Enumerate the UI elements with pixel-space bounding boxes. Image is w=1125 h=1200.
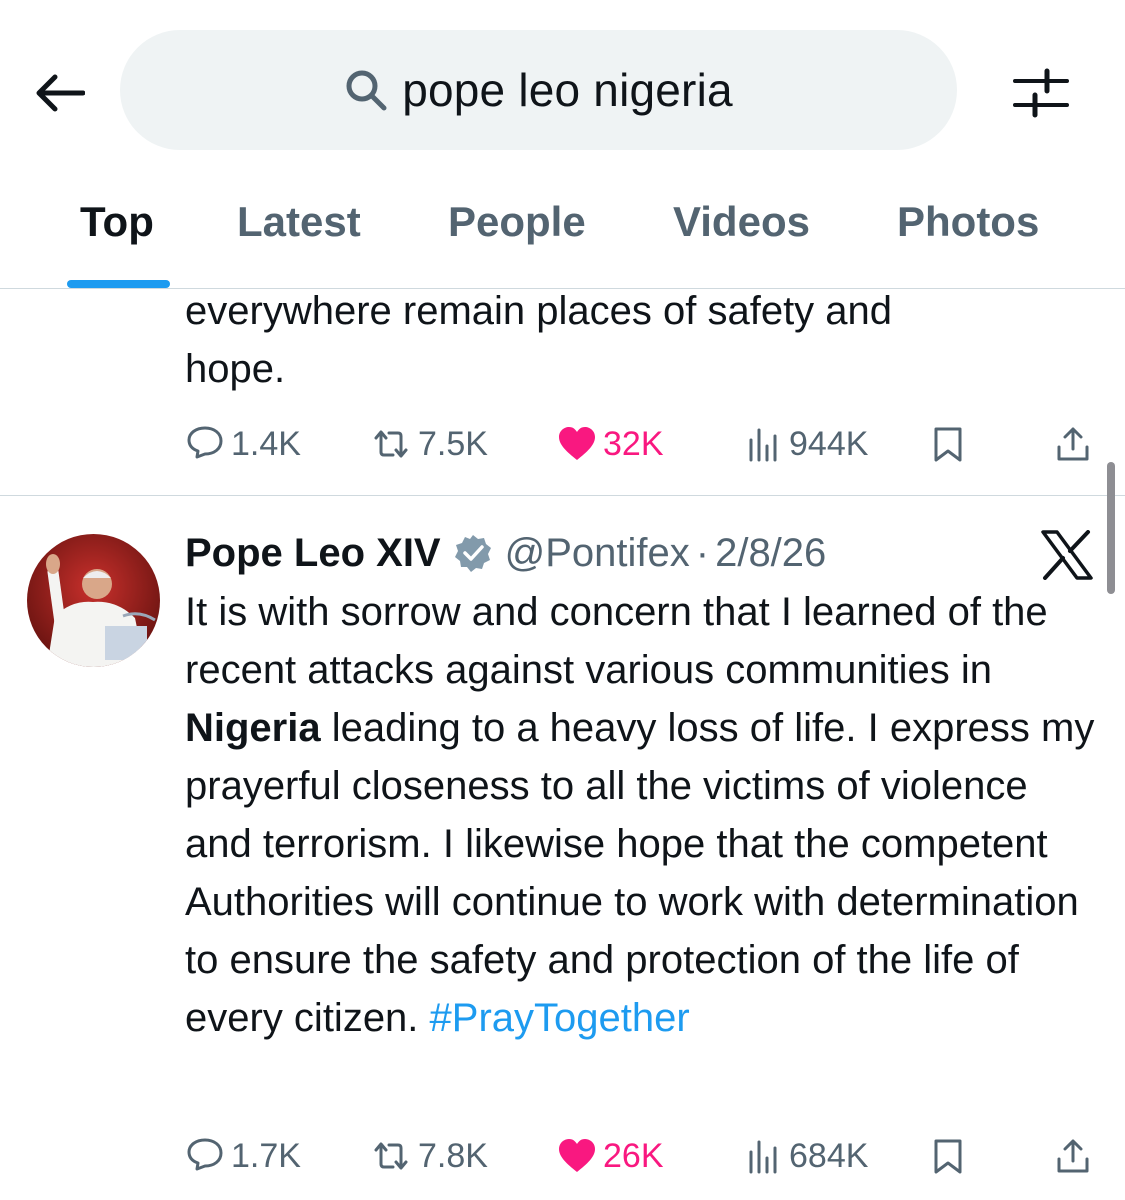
views-button[interactable]: 944K	[747, 414, 868, 474]
sliders-icon	[1013, 68, 1069, 118]
like-count: 32K	[603, 424, 664, 463]
author-name[interactable]: Pope Leo XIV	[185, 531, 441, 576]
repost-button[interactable]: 7.8K	[370, 1126, 488, 1186]
heart-icon	[559, 427, 595, 460]
tab-top[interactable]: Top	[80, 198, 154, 246]
avatar-image	[27, 534, 160, 667]
reply-button[interactable]: 1.7K	[185, 1126, 301, 1186]
tab-latest[interactable]: Latest	[237, 198, 361, 246]
like-button[interactable]: 26K	[557, 1126, 664, 1186]
bookmark-button[interactable]	[932, 414, 964, 474]
post-header: Pope Leo XIV @Pontifex · 2/8/26	[185, 528, 826, 578]
previous-post-line: hope.	[185, 347, 286, 391]
tab-videos[interactable]: Videos	[673, 198, 810, 246]
post-actions: 1.7K 7.8K 26K 684K	[185, 1126, 1095, 1186]
search-header: pope leo nigeria Top Latest People Video…	[0, 0, 1125, 290]
search-input[interactable]: pope leo nigeria	[120, 30, 957, 150]
like-button[interactable]: 32K	[557, 414, 664, 474]
post-body-text: leading to a heavy loss of life. I expre…	[185, 706, 1095, 1040]
view-count: 684K	[789, 1136, 869, 1175]
hashtag-link[interactable]: #PrayTogether	[430, 996, 690, 1040]
previous-post-line: everywhere remain places of safety and	[185, 289, 893, 333]
previous-post-text: everywhere remain places of safety and h…	[185, 282, 892, 398]
active-tab-indicator	[67, 280, 170, 288]
bookmark-icon	[934, 427, 962, 462]
arrow-left-icon	[36, 74, 85, 112]
repost-icon	[374, 1142, 408, 1170]
post-body-text: It is with sorrow and concern that I lea…	[185, 590, 1048, 692]
x-logo-icon	[1041, 530, 1093, 580]
search-icon	[346, 70, 387, 111]
like-count: 26K	[603, 1136, 664, 1175]
share-button[interactable]	[1055, 1126, 1091, 1186]
repost-count: 7.5K	[418, 424, 488, 463]
share-icon	[1057, 1139, 1089, 1173]
post-date[interactable]: 2/8/26	[715, 531, 826, 576]
search-tabs: Top Latest People Videos Photos	[0, 180, 1125, 290]
previous-post-actions: 1.4K 7.5K 32K 944K	[185, 414, 1095, 474]
repost-button[interactable]: 7.5K	[370, 414, 488, 474]
verified-badge-icon	[453, 533, 493, 573]
tab-people[interactable]: People	[448, 198, 586, 246]
author-handle[interactable]: @Pontifex	[505, 531, 690, 576]
reply-button[interactable]: 1.4K	[185, 414, 301, 474]
comment-icon	[187, 426, 223, 459]
repost-icon	[374, 430, 408, 458]
analytics-icon	[749, 1140, 777, 1174]
post-divider	[0, 495, 1125, 496]
views-button[interactable]: 684K	[747, 1126, 868, 1186]
meta-separator: ·	[695, 530, 710, 575]
reply-count: 1.4K	[231, 424, 301, 463]
analytics-icon	[749, 428, 777, 462]
back-button[interactable]	[28, 62, 90, 124]
post-body-highlight: Nigeria	[185, 706, 321, 750]
comment-icon	[187, 1138, 223, 1171]
bookmark-button[interactable]	[932, 1126, 964, 1186]
scrollbar[interactable]	[1107, 462, 1115, 594]
bookmark-icon	[934, 1139, 962, 1174]
search-query[interactable]: pope leo nigeria	[402, 63, 733, 117]
heart-icon	[559, 1139, 595, 1172]
share-button[interactable]	[1055, 414, 1091, 474]
view-count: 944K	[789, 424, 869, 463]
share-icon	[1057, 427, 1089, 461]
repost-count: 7.8K	[418, 1136, 488, 1175]
search-filter-button[interactable]	[1008, 62, 1074, 124]
tab-photos[interactable]: Photos	[897, 198, 1039, 246]
post-body: It is with sorrow and concern that I lea…	[185, 583, 1105, 1047]
avatar[interactable]	[27, 534, 160, 667]
reply-count: 1.7K	[231, 1136, 301, 1175]
